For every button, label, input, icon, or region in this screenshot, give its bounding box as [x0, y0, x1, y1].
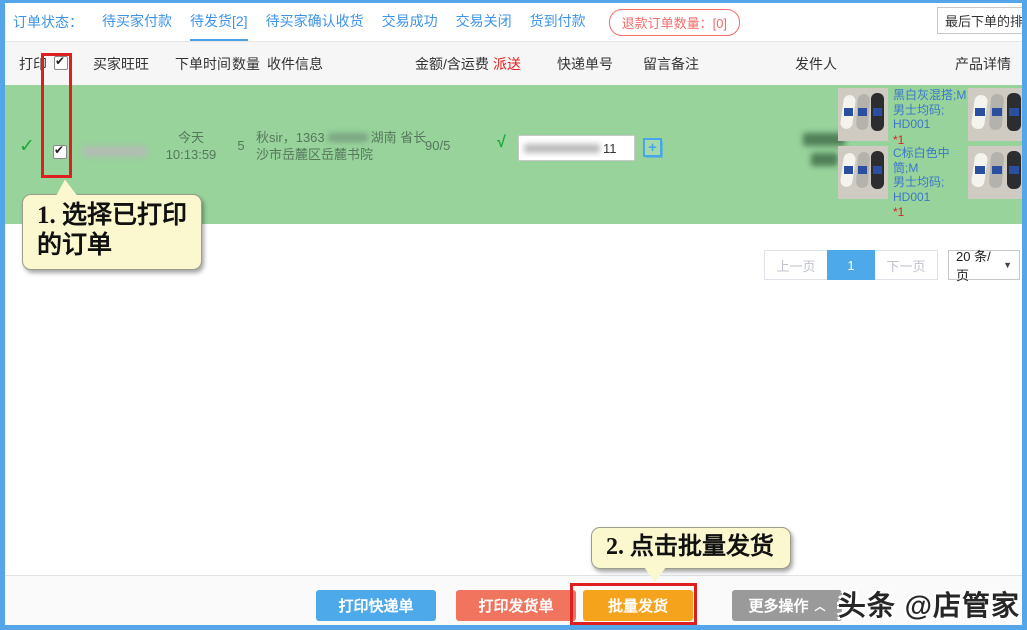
- product-spec: 男士均码;: [893, 102, 945, 117]
- step2-callout-tail: [644, 567, 666, 582]
- more-actions-button[interactable]: 更多操作 ︿: [732, 590, 842, 621]
- tab-trade-closed[interactable]: 交易关闭: [456, 3, 512, 41]
- tab-trade-success[interactable]: 交易成功: [382, 3, 438, 41]
- header-product-detail: 产品详情: [955, 55, 1011, 72]
- table-header: 打印 买家旺旺 下单时间 数量 收件信息 金额/含运费 派送 快递单号 留言备注…: [5, 42, 1022, 85]
- print-invoice-button[interactable]: 打印发货单: [456, 590, 576, 621]
- header-remark: 留言备注: [643, 55, 699, 72]
- tracking-number-suffix: 11: [603, 140, 617, 156]
- product-text: C标白色中筒;M 男士均码; HD001 *1: [893, 146, 969, 220]
- step1-callout-text: 1. 选择已打印的订单: [37, 202, 188, 259]
- status-tabs: 待买家付款 待发货[2] 待买家确认收货 交易成功 交易关闭 货到付款: [93, 3, 595, 41]
- window-border-top: [0, 0, 1027, 3]
- more-actions-label: 更多操作: [748, 598, 809, 615]
- add-tracking-button[interactable]: +: [643, 138, 662, 157]
- sort-order-select[interactable]: 最后下单的排: [937, 7, 1027, 34]
- page-size-value: 20 条/页: [956, 249, 991, 283]
- prev-page-button[interactable]: 上一页: [764, 250, 827, 280]
- step2-callout-text: 2. 点击批量发货: [606, 534, 774, 560]
- printed-check-icon: ✓: [19, 136, 35, 157]
- window-border-right: [1022, 0, 1027, 630]
- pagination: 上一页 1 下一页: [764, 250, 938, 280]
- page-size-select[interactable]: 20 条/页 ▼: [948, 249, 1020, 283]
- step1-callout-tail: [56, 178, 81, 199]
- order-time-cell: 今天 10:13:59: [158, 129, 224, 163]
- recipient-cell: 秋sir，1363 湖南 省长沙市岳麓区岳麓书院: [256, 129, 439, 163]
- recipient-province: 湖南: [370, 130, 397, 145]
- toutiao-watermark: 头条 @店管家: [837, 590, 1020, 621]
- phone-redacted: [327, 133, 368, 142]
- refund-count-button[interactable]: 退款订单数量：[0]: [608, 8, 741, 36]
- product-spec: 男士均码;: [893, 175, 945, 189]
- order-time-day: 今天: [177, 130, 204, 145]
- product-item: 黑白灰混搭;M 男士均码; HD001 *1: [838, 88, 969, 147]
- print-express-sheet-button[interactable]: 打印快递单: [316, 590, 436, 621]
- amount-cell: 90/5: [425, 138, 451, 153]
- step1-callout: 1. 选择已打印的订单: [22, 178, 202, 270]
- tab-cod[interactable]: 货到付款: [530, 3, 586, 41]
- order-time-clock: 10:13:59: [165, 147, 217, 162]
- tab-awaiting-confirm[interactable]: 待买家确认收货: [266, 3, 364, 41]
- order-manager-window: 订单状态： 待买家付款 待发货[2] 待买家确认收货 交易成功 交易关闭 货到付…: [0, 0, 1027, 630]
- header-dispatch: 派送: [493, 55, 521, 72]
- order-status-label: 订单状态：: [13, 14, 83, 30]
- checkbox-highlight-box: [41, 53, 72, 178]
- header-quantity: 数量: [232, 55, 260, 72]
- recipient-prefix: 秋sir，1363: [256, 130, 325, 145]
- tab-awaiting-payment[interactable]: 待买家付款: [102, 3, 172, 41]
- product-thumbnail-socks[interactable]: [838, 88, 888, 141]
- sender-name-redacted-2: [811, 153, 838, 166]
- product-code: HD001: [893, 117, 931, 131]
- product-qty: *1: [893, 205, 905, 219]
- current-page-button[interactable]: 1: [827, 250, 875, 280]
- buyer-name-redacted: [83, 146, 147, 157]
- window-border-left: [0, 0, 5, 630]
- header-amount: 金额/含运费: [415, 55, 489, 72]
- chevron-up-icon: ︿: [814, 600, 826, 613]
- window-border-bottom: [0, 625, 1027, 630]
- header-tracking-number: 快递单号: [557, 55, 613, 72]
- tracking-number-input[interactable]: 11: [518, 135, 635, 161]
- product-thumbnail-socks-2[interactable]: [968, 88, 1027, 141]
- product-title: 黑白灰混搭;M: [893, 88, 967, 102]
- product-code: HD001: [893, 189, 931, 204]
- dispatch-check-icon: √: [497, 134, 506, 151]
- product-qty: *1: [893, 132, 905, 147]
- header-recipient: 收件信息: [267, 55, 323, 72]
- step2-callout: 2. 点击批量发货: [591, 527, 791, 582]
- chevron-down-icon: ▼: [1003, 260, 1012, 270]
- product-item: C标白色中筒;M 男士均码; HD001 *1: [838, 146, 969, 220]
- product-title: C标白色中筒;M: [893, 146, 950, 175]
- header-sender: 发件人: [795, 55, 837, 72]
- product-thumbnail-socks-2[interactable]: [968, 146, 1027, 199]
- product-thumbnail-socks[interactable]: [838, 146, 888, 199]
- batch-ship-highlight-box: [570, 583, 697, 625]
- next-page-button[interactable]: 下一页: [875, 250, 938, 280]
- order-status-navbar: 订单状态： 待买家付款 待发货[2] 待买家确认收货 交易成功 交易关闭 货到付…: [5, 3, 1022, 42]
- product-text: 黑白灰混搭;M 男士均码; HD001 *1: [893, 88, 969, 147]
- quantity-cell: 5: [237, 138, 245, 153]
- tab-awaiting-shipment[interactable]: 待发货[2]: [190, 3, 248, 41]
- header-order-time: 下单时间: [175, 55, 231, 72]
- tracking-number-redacted: [524, 143, 600, 153]
- header-buyer: 买家旺旺: [93, 55, 149, 72]
